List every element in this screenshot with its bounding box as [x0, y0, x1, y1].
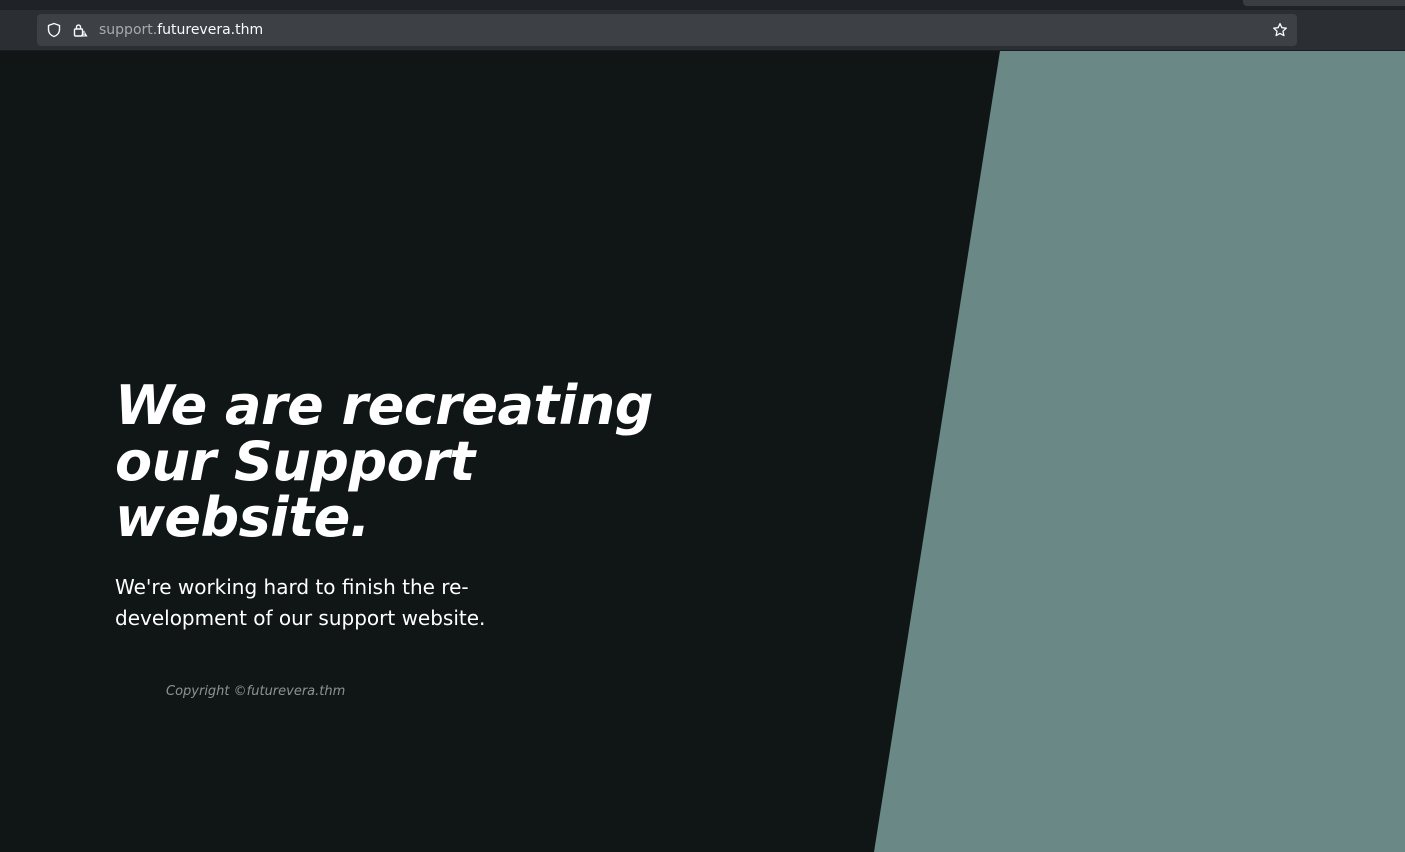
browser-toolbar: support.futurevera.thm	[0, 0, 1405, 51]
page-content: We are recreating our Support website. W…	[0, 51, 1405, 852]
tab-strip	[0, 0, 1405, 10]
url-text[interactable]: support.futurevera.thm	[99, 21, 263, 39]
url-domain: futurevera.thm	[157, 22, 264, 38]
hero-section: We are recreating our Support website. W…	[115, 378, 675, 634]
address-bar[interactable]: support.futurevera.thm	[37, 14, 1297, 46]
browser-tab[interactable]	[1243, 0, 1405, 6]
lock-warning-icon[interactable]	[72, 22, 88, 38]
hero-title: We are recreating our Support website.	[115, 374, 653, 549]
shield-icon[interactable]	[46, 22, 62, 38]
star-bookmark-icon[interactable]	[1272, 22, 1288, 38]
copyright-text: Copyright ©futurevera.thm	[166, 684, 346, 699]
url-subdomain: support.	[99, 22, 158, 38]
hero-subtitle: We're working hard to finish the re-deve…	[115, 575, 486, 630]
